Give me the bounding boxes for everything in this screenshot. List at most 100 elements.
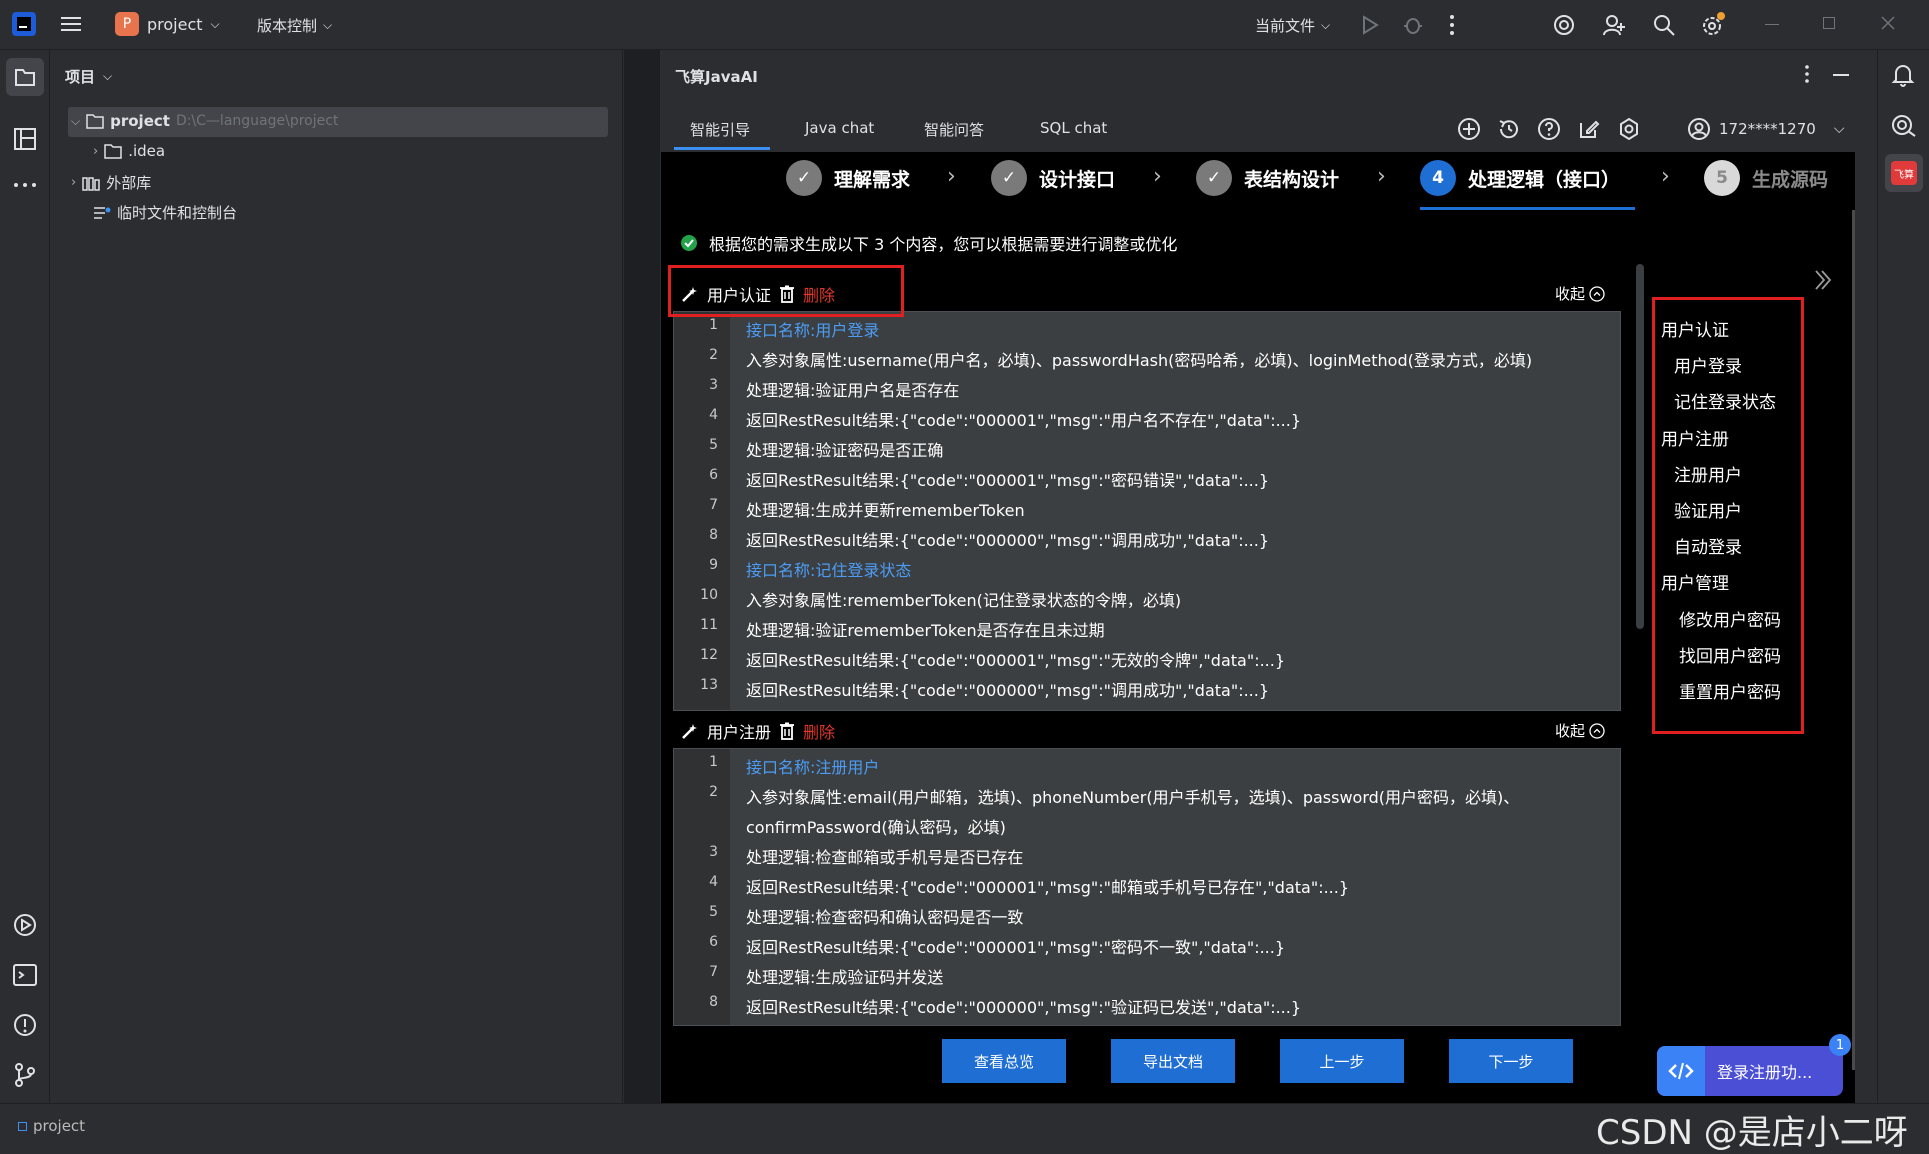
- tree-item-idea[interactable]: › .idea: [93, 142, 165, 160]
- settings-gear-icon[interactable]: [1700, 12, 1726, 38]
- collapse-button[interactable]: 收起: [1555, 283, 1605, 304]
- project-panel-header[interactable]: 项目 ⌵: [65, 66, 112, 87]
- tree-item-scratches[interactable]: 临时文件和控制台: [93, 202, 237, 223]
- run-tool-icon[interactable]: [12, 912, 38, 938]
- code-line[interactable]: 3 处理逻辑:检查邮箱或手机号是否已存在: [674, 841, 1620, 871]
- minimize-icon[interactable]: [1765, 24, 1779, 25]
- section-body-register[interactable]: 1 接口名称:注册用户 2 入参对象属性:email(用户邮箱，选填)、phoneNu…: [673, 748, 1621, 1026]
- debug-icon[interactable]: [1402, 14, 1424, 36]
- interface-name-link[interactable]: 接口名称:注册用户: [746, 754, 879, 778]
- plugin-options-icon[interactable]: [1804, 64, 1810, 84]
- export-doc-button[interactable]: 导出文档: [1111, 1039, 1235, 1083]
- guide-content: ✓ 理解需求 › ✓ 设计接口 › ✓ 表结构设计 › 4 处理逻辑（接口） ›…: [661, 152, 1855, 1103]
- tree-root[interactable]: ⌵ project D:\C—language\project: [71, 112, 338, 130]
- interface-name-link[interactable]: 接口名称:用户登录: [746, 317, 879, 341]
- code-line[interactable]: 2 入参对象属性:username(用户名，必填)、passwordHash(密码…: [674, 344, 1620, 374]
- project-folder-icon[interactable]: [6, 58, 44, 96]
- ide-logo[interactable]: [12, 12, 36, 36]
- code-line[interactable]: 11 处理逻辑:验证rememberToken是否存在且未过期: [674, 614, 1620, 644]
- tree-item-external-libs[interactable]: › 外部库: [71, 172, 151, 193]
- code-line[interactable]: 7 处理逻辑:生成并更新rememberToken: [674, 494, 1620, 524]
- tab-java-chat[interactable]: Java chat: [805, 119, 874, 137]
- info-message-text: 根据您的需求生成以下 3 个内容，您可以根据需要进行调整或优化: [709, 235, 1178, 254]
- feisuan-logo: 飞算: [1891, 161, 1917, 185]
- code-line[interactable]: 5 处理逻辑:验证密码是否正确: [674, 434, 1620, 464]
- code-line[interactable]: 1 接口名称:用户登录: [674, 314, 1620, 344]
- left-tool-strip: [0, 50, 50, 1103]
- problems-icon[interactable]: [12, 1012, 38, 1038]
- settings-icon[interactable]: [1617, 117, 1641, 141]
- code-line[interactable]: 7 处理逻辑:生成验证码并发送: [674, 961, 1620, 991]
- step-understand-requirement[interactable]: ✓ 理解需求: [786, 160, 910, 196]
- run-config-selector[interactable]: 当前文件 ⌵: [1255, 15, 1330, 36]
- tab-sql-chat[interactable]: SQL chat: [1040, 119, 1107, 137]
- code-line[interactable]: 4 返回RestResult结果:{"code":"000001","msg":"…: [674, 871, 1620, 901]
- status-project[interactable]: project: [18, 1117, 85, 1135]
- code-line[interactable]: 9 接口名称:记住登录状态: [674, 554, 1620, 584]
- delete-button[interactable]: 删除: [803, 719, 835, 743]
- title-bar: P project ⌵ 版本控制 ⌵ 当前文件 ⌵: [0, 0, 1929, 50]
- code-line[interactable]: 3 处理逻辑:验证用户名是否存在: [674, 374, 1620, 404]
- help-icon[interactable]: [1537, 117, 1561, 141]
- main-menu-icon[interactable]: [60, 14, 82, 34]
- section-name: 用户注册: [707, 723, 772, 742]
- view-overview-button[interactable]: 查看总览: [942, 1039, 1066, 1083]
- step-process-logic[interactable]: 4 处理逻辑（接口）: [1420, 160, 1620, 196]
- code-line[interactable]: 12 返回RestResult结果:{"code":"000001","msg":…: [674, 644, 1620, 674]
- ai-chat-icon[interactable]: [1891, 114, 1917, 138]
- code-line[interactable]: 4 返回RestResult结果:{"code":"000001","msg":"…: [674, 404, 1620, 434]
- success-check-icon: [681, 235, 697, 251]
- code-line[interactable]: 6 返回RestResult结果:{"code":"000001","msg":"…: [674, 931, 1620, 961]
- restore-icon[interactable]: [1823, 17, 1835, 29]
- panel-scrollbar[interactable]: [1852, 210, 1855, 1070]
- magic-wand-icon[interactable]: [681, 722, 699, 740]
- code-line[interactable]: 13 返回RestResult结果:{"code":"000000","msg":…: [674, 674, 1620, 704]
- line-number: 1: [709, 754, 718, 770]
- code-line[interactable]: 10 入参对象属性:rememberToken(记住登录状态的令牌，必填): [674, 584, 1620, 614]
- project-switcher[interactable]: P project ⌵: [115, 12, 220, 36]
- vcs-menu[interactable]: 版本控制 ⌵: [257, 15, 332, 36]
- expand-double-chevron-icon[interactable]: [1813, 268, 1833, 292]
- tab-smart-guide[interactable]: 智能引导: [690, 119, 750, 140]
- task-chip[interactable]: 登录注册功...: [1657, 1046, 1843, 1096]
- more-tools-icon[interactable]: [12, 180, 38, 190]
- history-icon[interactable]: [1497, 117, 1521, 141]
- line-number: 7: [709, 964, 718, 980]
- code-line[interactable]: 6 返回RestResult结果:{"code":"000001","msg":"…: [674, 464, 1620, 494]
- line-number: 2: [709, 784, 718, 800]
- list-scrollbar[interactable]: [1636, 264, 1644, 629]
- add-user-icon[interactable]: [1602, 13, 1626, 37]
- prev-step-button[interactable]: 上一步: [1280, 1039, 1404, 1083]
- ai-assistant-icon[interactable]: [1552, 13, 1576, 37]
- trash-icon[interactable]: [779, 722, 795, 740]
- code-line[interactable]: confirmPassword(确认密码，必填): [674, 811, 1620, 841]
- section-body-auth[interactable]: 1 接口名称:用户登录 2 入参对象属性:username(用户名，必填)、passw…: [673, 311, 1621, 711]
- line-number: 3: [709, 844, 718, 860]
- structure-icon[interactable]: [12, 126, 38, 152]
- feisuan-plugin-icon[interactable]: 飞算: [1885, 154, 1923, 192]
- step-design-interface[interactable]: ✓ 设计接口: [991, 160, 1115, 196]
- run-icon[interactable]: [1360, 14, 1380, 36]
- notifications-bell-icon[interactable]: [1891, 62, 1915, 88]
- next-step-button[interactable]: 下一步: [1449, 1039, 1573, 1083]
- code-line[interactable]: 1 接口名称:注册用户: [674, 751, 1620, 781]
- code-line[interactable]: 8 返回RestResult结果:{"code":"000000","msg":"…: [674, 524, 1620, 554]
- add-circle-icon[interactable]: [1457, 117, 1481, 141]
- hide-panel-icon[interactable]: [1833, 74, 1849, 76]
- account-menu[interactable]: 172****1270 ⌵: [1687, 117, 1844, 141]
- git-branch-icon[interactable]: [12, 1062, 38, 1088]
- search-icon[interactable]: [1652, 13, 1676, 37]
- interface-name-link[interactable]: 接口名称:记住登录状态: [746, 557, 911, 581]
- edit-icon[interactable]: [1577, 117, 1601, 141]
- code-line[interactable]: 8 返回RestResult结果:{"code":"000000","msg":"…: [674, 991, 1620, 1021]
- terminal-icon[interactable]: [12, 962, 38, 988]
- line-number: 11: [700, 617, 718, 633]
- step-table-design[interactable]: ✓ 表结构设计: [1196, 160, 1339, 196]
- step-generate-code[interactable]: 5 生成源码: [1704, 160, 1828, 196]
- code-line[interactable]: 5 处理逻辑:检查密码和确认密码是否一致: [674, 901, 1620, 931]
- collapse-button[interactable]: 收起: [1555, 720, 1605, 741]
- tab-smart-qa[interactable]: 智能问答: [924, 119, 984, 140]
- more-actions-icon[interactable]: [1448, 13, 1456, 37]
- code-line[interactable]: 2 入参对象属性:email(用户邮箱，选填)、phoneNumber(用户手机号…: [674, 781, 1620, 811]
- close-icon[interactable]: [1880, 15, 1896, 31]
